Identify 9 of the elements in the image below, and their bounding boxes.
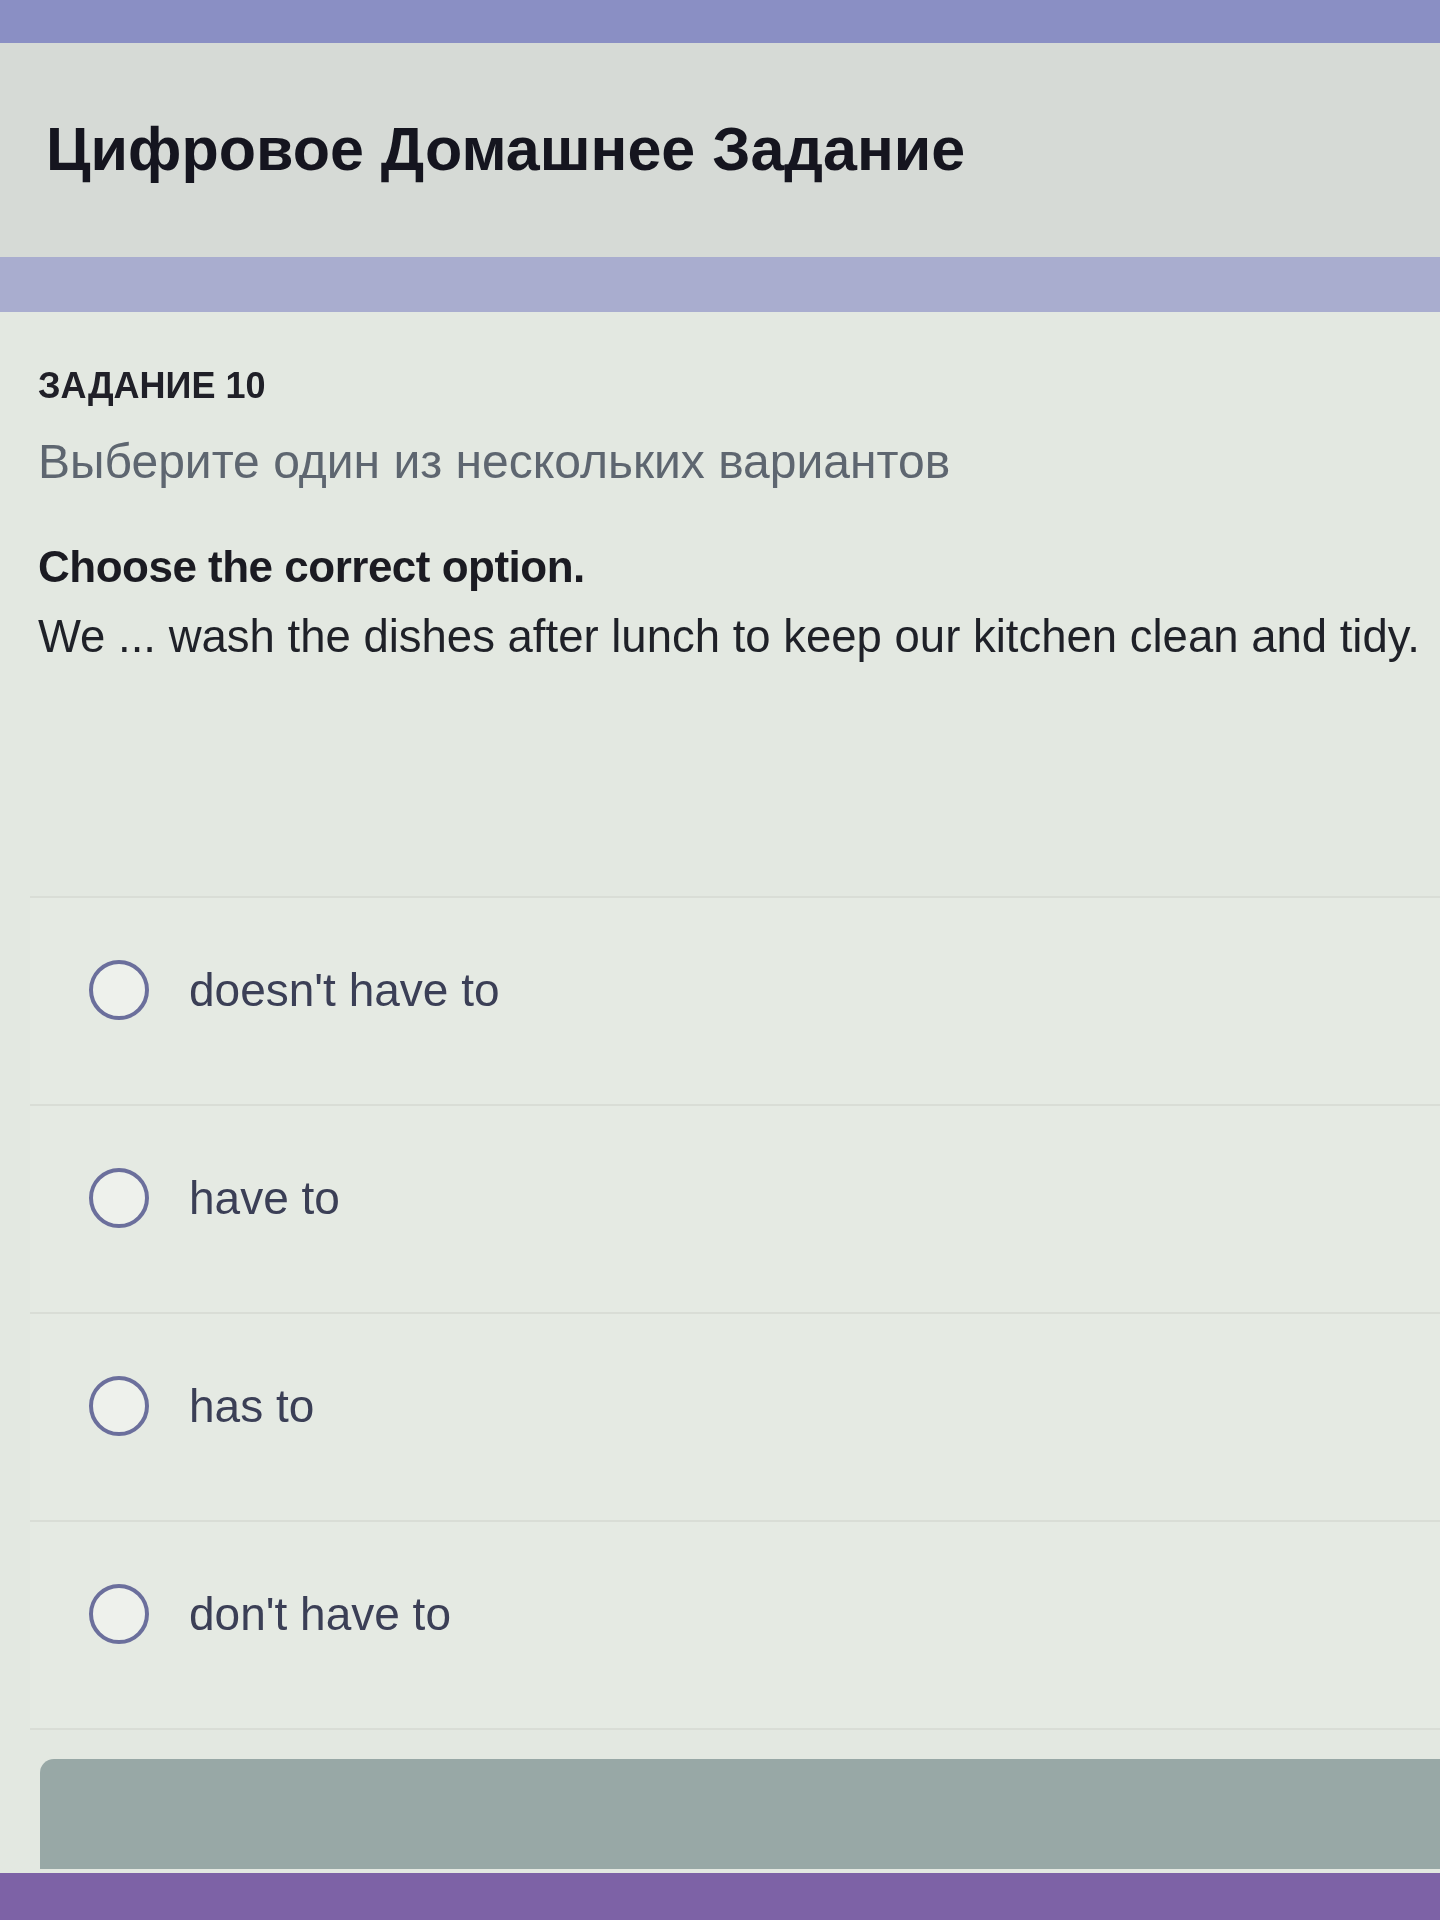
task-instruction: Выберите один из нескольких вариантов: [38, 434, 952, 491]
option-label[interactable]: don't have to: [189, 1586, 451, 1642]
question-prompt: Choose the correct option.: [38, 540, 586, 593]
option-label[interactable]: has to: [189, 1378, 315, 1434]
option-label[interactable]: have to: [189, 1170, 340, 1226]
question-sentence: We ... wash the dishes after lunch to keep our kitchen clean and tidy.: [38, 609, 1421, 664]
option-label[interactable]: doesn't have to: [189, 962, 500, 1018]
task-number: ЗАДАНИЕ 10: [38, 364, 267, 408]
page-title: Цифровое Домашнее Задание: [46, 116, 966, 184]
